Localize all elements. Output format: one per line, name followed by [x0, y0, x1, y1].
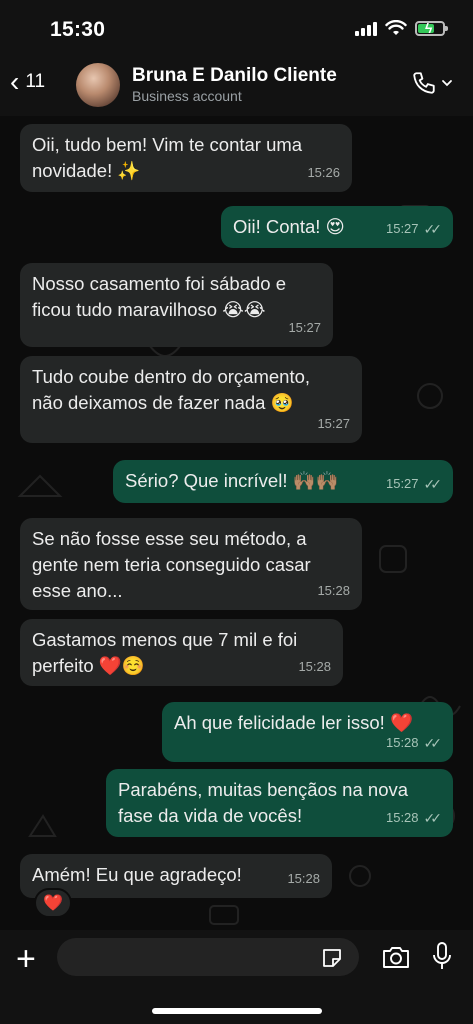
contact-subtitle: Business account [132, 88, 242, 104]
message-bubble-outgoing[interactable]: Ah que felicidade ler isso! ❤️ 15:28 ✓✓ [162, 702, 453, 762]
message-time: 15:27 [288, 320, 321, 335]
message-time: 15:27 ✓✓ [386, 216, 443, 242]
message-bubble-incoming[interactable]: Tudo coube dentro do orçamento, não deix… [20, 356, 362, 443]
message-time: 15:28 ✓✓ [386, 730, 443, 756]
back-chevron-icon: ‹ [10, 66, 20, 97]
chevron-down-icon [442, 80, 452, 87]
message-text: Gastamos menos que 7 mil e foi perfeito … [32, 629, 298, 676]
read-receipt-icon: ✓✓ [423, 476, 443, 492]
message-time: 15:28 [317, 583, 350, 598]
message-text: Se não fosse esse seu método, a gente ne… [32, 528, 311, 601]
signal-icon [355, 20, 377, 36]
home-indicator[interactable] [152, 1008, 322, 1014]
message-text: Nosso casamento foi sábado e ficou tudo … [32, 273, 287, 320]
message-time: 15:28 [287, 871, 320, 886]
avatar[interactable] [76, 63, 120, 107]
read-receipt-icon: ✓✓ [423, 221, 443, 237]
reaction-heart[interactable]: ❤️ [34, 888, 72, 918]
read-receipt-icon: ✓✓ [423, 810, 443, 826]
message-input[interactable] [57, 938, 359, 976]
message-text: Oii, tudo bem! Vim te contar uma novidad… [32, 134, 303, 181]
call-button[interactable] [411, 70, 453, 96]
phone-icon [413, 72, 435, 94]
message-bubble-incoming[interactable]: Nosso casamento foi sábado e ficou tudo … [20, 263, 333, 347]
back-button[interactable]: ‹ 11 [10, 68, 45, 96]
wifi-icon [385, 20, 407, 35]
message-text: Tudo coube dentro do orçamento, não deix… [32, 366, 311, 413]
message-text: Amém! Eu que agradeço! [32, 864, 242, 885]
status-bar: 15:30 ϟ [0, 0, 473, 58]
message-bubble-outgoing[interactable]: Sério? Que incrível! 🙌🏽🙌🏽 15:27 ✓✓ [113, 460, 453, 503]
message-time: 15:27 ✓✓ [386, 471, 443, 497]
message-time: 15:27 [317, 416, 350, 431]
composer-bar: + [0, 930, 473, 1024]
read-receipt-icon: ✓✓ [423, 735, 443, 751]
contact-name[interactable]: Bruna E Danilo Cliente [132, 65, 337, 87]
message-time: 15:28 [298, 659, 331, 674]
message-bubble-incoming[interactable]: Oii, tudo bem! Vim te contar uma novidad… [20, 124, 352, 192]
status-time: 15:30 [50, 18, 106, 41]
message-time: 15:28 ✓✓ [386, 805, 443, 831]
message-list[interactable]: Oii, tudo bem! Vim te contar uma novidad… [0, 116, 473, 930]
message-bubble-outgoing[interactable]: Oii! Conta! 😍 15:27 ✓✓ [221, 206, 453, 248]
sticker-icon[interactable] [320, 946, 344, 970]
message-time: 15:26 [307, 165, 340, 180]
message-bubble-outgoing[interactable]: Parabéns, muitas bençãos na nova fase da… [106, 769, 453, 837]
camera-icon[interactable] [381, 944, 411, 970]
status-icons: ϟ [355, 20, 448, 36]
chat-header: ‹ 11 Bruna E Danilo Cliente Business acc… [0, 58, 473, 116]
message-bubble-incoming[interactable]: Gastamos menos que 7 mil e foi perfeito … [20, 619, 343, 686]
battery-icon: ϟ [415, 20, 448, 36]
plus-icon[interactable]: + [16, 942, 36, 976]
mic-icon[interactable] [431, 941, 453, 973]
unread-count: 11 [25, 71, 46, 92]
message-bubble-incoming[interactable]: Se não fosse esse seu método, a gente ne… [20, 518, 362, 610]
